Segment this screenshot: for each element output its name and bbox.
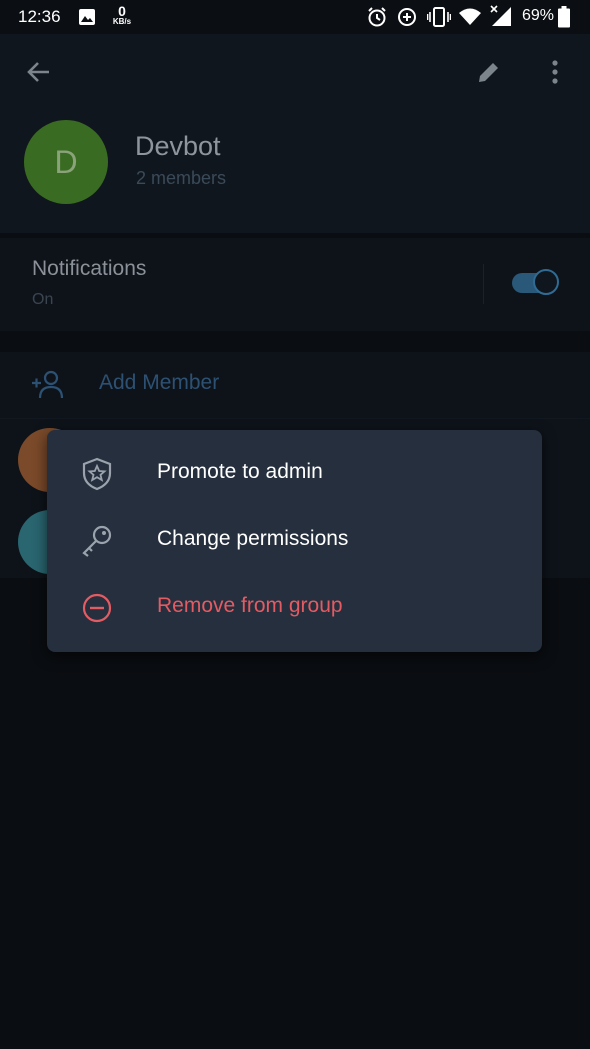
- vibrate-icon: [427, 7, 451, 27]
- menu-item-label: Promote to admin: [157, 460, 323, 483]
- member-context-menu: Promote to admin Change permissions Remo…: [47, 430, 542, 652]
- divider: [483, 264, 484, 304]
- group-avatar-letter: D: [54, 144, 78, 180]
- data-saver-icon: [398, 8, 416, 26]
- group-title: Devbot: [135, 131, 221, 161]
- net-speed-value: 0: [118, 3, 126, 19]
- notifications-row[interactable]: [0, 238, 590, 331]
- toggle-knob: [533, 269, 559, 295]
- minus-circle-icon: [82, 593, 112, 623]
- more-vert-icon[interactable]: [548, 58, 562, 86]
- menu-item-change-permissions[interactable]: Change permissions: [47, 507, 542, 574]
- net-speed: 0 KB/s: [110, 4, 134, 26]
- alarm-icon: [368, 7, 386, 27]
- image-icon: [79, 9, 95, 25]
- divider: [0, 418, 590, 419]
- battery-percent: 69%: [522, 7, 555, 24]
- notifications-title: Notifications: [32, 257, 147, 280]
- status-time: 12:36: [18, 7, 61, 26]
- wifi-icon: [459, 8, 481, 25]
- edit-pencil-icon[interactable]: [476, 59, 502, 85]
- net-speed-unit: KB/s: [112, 17, 132, 26]
- signal-icon: [490, 5, 511, 26]
- notifications-status: On: [32, 291, 54, 308]
- back-arrow-icon[interactable]: [25, 58, 53, 86]
- menu-item-label: Change permissions: [157, 527, 349, 550]
- add-member-button[interactable]: Add Member: [99, 371, 219, 395]
- add-member-icon: [32, 370, 64, 399]
- menu-item-remove-from-group[interactable]: Remove from group: [47, 574, 542, 641]
- menu-item-promote-admin[interactable]: Promote to admin: [47, 440, 542, 507]
- shield-star-icon: [82, 457, 112, 491]
- member-count: 2 members: [136, 168, 227, 188]
- battery-icon: [558, 6, 570, 28]
- menu-item-label: Remove from group: [157, 594, 343, 617]
- key-icon: [82, 525, 112, 557]
